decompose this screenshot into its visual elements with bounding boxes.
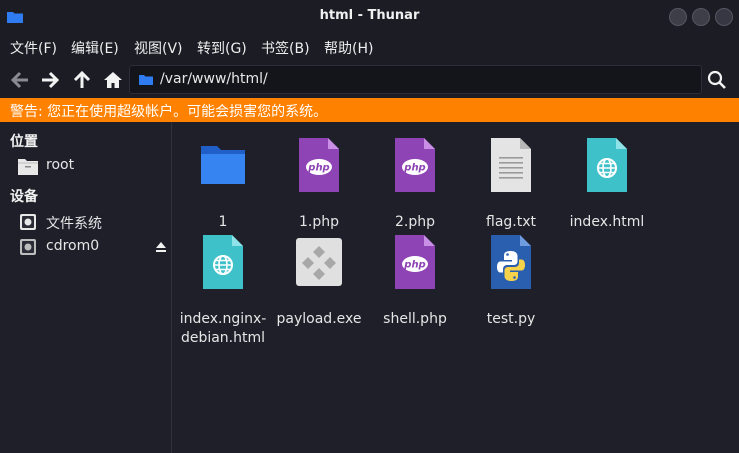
svg-text:php: php xyxy=(403,260,425,271)
python-file-icon xyxy=(491,235,531,289)
file-name: 2.php xyxy=(394,214,435,230)
menu-edit[interactable]: 编辑(E) xyxy=(71,38,119,58)
file-item-2-php[interactable]: php 2.php xyxy=(367,137,463,237)
warning-text: 警告: 您正在使用超级帐户。可能会损害您的系统。 xyxy=(10,104,328,120)
forward-arrow-icon[interactable] xyxy=(40,70,60,90)
executable-file-icon xyxy=(296,238,342,286)
text-file-icon xyxy=(491,138,531,192)
file-item-index-nginx-debian-html[interactable]: index.nginx- debian.html xyxy=(175,234,271,354)
window-title: html - Thunar xyxy=(319,8,420,23)
menu-bar: 文件(F) 编辑(E) 视图(V) 转到(G) 书签(B) 帮助(H) xyxy=(0,34,739,60)
sidebar-item-root[interactable]: root xyxy=(0,154,171,178)
drive-icon xyxy=(20,214,36,230)
folder-icon xyxy=(201,146,245,184)
file-item-folder-1[interactable]: 1 xyxy=(175,137,271,237)
file-item-payload-exe[interactable]: payload.exe xyxy=(271,234,367,334)
places-header: 位置 xyxy=(10,134,38,150)
menu-bookmarks[interactable]: 书签(B) xyxy=(261,38,310,58)
html-file-icon xyxy=(587,138,627,192)
sidebar-item-cdrom0[interactable]: cdrom0 xyxy=(0,235,171,259)
sidebar-item-label: cdrom0 xyxy=(46,238,100,254)
file-item-index-html[interactable]: index.html xyxy=(559,137,655,237)
file-name: payload.exe xyxy=(276,311,362,327)
folder-icon xyxy=(139,75,153,85)
search-icon[interactable] xyxy=(707,70,727,90)
sidebar: 位置 root 设备 文件系统 cdrom0 xyxy=(0,122,172,453)
sidebar-item-label: root xyxy=(46,157,75,173)
menu-go[interactable]: 转到(G) xyxy=(197,38,247,58)
php-file-icon: php xyxy=(299,138,339,192)
file-item-1-php[interactable]: php 1.php xyxy=(271,137,367,237)
file-item-test-py[interactable]: test.py xyxy=(463,234,559,334)
close-button[interactable] xyxy=(715,8,733,26)
sidebar-item-filesystem[interactable]: 文件系统 xyxy=(0,210,171,234)
file-name-line2: debian.html xyxy=(180,330,266,346)
file-name-line1: index.nginx- xyxy=(179,311,267,327)
location-path[interactable]: /var/www/html/ xyxy=(160,71,268,87)
menu-file[interactable]: 文件(F) xyxy=(10,38,57,58)
title-bar: html - Thunar xyxy=(0,0,739,34)
minimize-button[interactable] xyxy=(669,8,687,26)
file-name: shell.php xyxy=(383,311,447,327)
file-item-shell-php[interactable]: php shell.php xyxy=(367,234,463,334)
svg-text:php: php xyxy=(307,163,329,174)
toolbar: /var/www/html/ xyxy=(0,60,739,98)
menu-help[interactable]: 帮助(H) xyxy=(324,38,373,58)
up-arrow-icon[interactable] xyxy=(72,70,92,90)
file-name: index.html xyxy=(569,214,645,230)
sidebar-item-label: 文件系统 xyxy=(46,216,102,232)
file-view: 1 php 1.php php 2.php flag.txt index.htm… xyxy=(172,122,739,453)
php-file-icon: php xyxy=(395,235,435,289)
file-item-flag-txt[interactable]: flag.txt xyxy=(463,137,559,237)
back-arrow-icon[interactable] xyxy=(10,70,30,90)
file-name: index.nginx- debian.html xyxy=(175,310,271,348)
file-name: 1 xyxy=(218,214,228,230)
drive-icon xyxy=(20,239,36,255)
file-name: 1.php xyxy=(298,214,339,230)
menu-view[interactable]: 视图(V) xyxy=(134,38,183,58)
devices-header: 设备 xyxy=(10,189,38,205)
maximize-button[interactable] xyxy=(692,8,710,26)
php-file-icon: php xyxy=(395,138,435,192)
html-file-icon xyxy=(203,235,243,289)
file-name: test.py xyxy=(486,311,536,327)
root-warning-bar: 警告: 您正在使用超级帐户。可能会损害您的系统。 xyxy=(0,98,739,122)
home-folder-icon xyxy=(18,159,38,175)
home-icon[interactable] xyxy=(103,70,123,90)
svg-text:php: php xyxy=(403,163,425,174)
location-bar[interactable]: /var/www/html/ xyxy=(129,65,702,94)
file-name: flag.txt xyxy=(486,214,536,230)
eject-icon[interactable] xyxy=(155,241,167,253)
